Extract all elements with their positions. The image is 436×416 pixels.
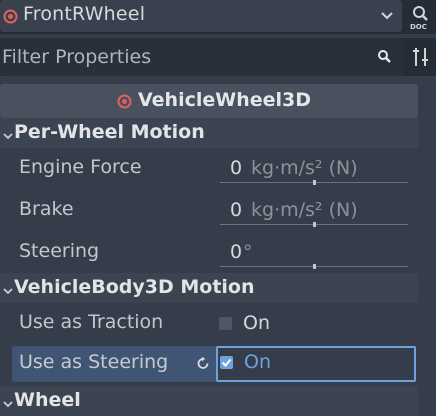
engine-force-value: 0 (230, 157, 243, 179)
use-as-steering-label: Use as Steering (19, 351, 169, 373)
use-as-traction-checkbox[interactable]: On (219, 310, 409, 340)
section-title: Per-Wheel Motion (14, 121, 205, 143)
steering-label: Steering (19, 240, 100, 262)
engine-force-unit: kg·m/s² (N) (251, 157, 358, 179)
chevron-down-icon (2, 127, 14, 146)
filter-placeholder: Filter Properties (2, 46, 152, 68)
brake-label: Brake (19, 198, 74, 220)
doc-search-button[interactable]: DOC (406, 3, 434, 31)
property-tools-icon (410, 48, 432, 72)
engine-force-field[interactable]: 0 kg·m/s² (N) (220, 155, 408, 189)
chevron-down-icon[interactable] (380, 8, 394, 27)
slider-grabber[interactable] (313, 264, 316, 269)
slider-grabber[interactable] (313, 222, 316, 227)
section-vehiclebody-motion[interactable]: VehicleBody3D Motion (0, 273, 418, 303)
svg-text:DOC: DOC (410, 23, 427, 31)
search-icon (377, 49, 392, 68)
section-title: Wheel (14, 389, 81, 411)
checkbox-text: On (244, 351, 271, 373)
inspector-panel: FrontRWheel DOC Filter Properties Vehicl… (0, 0, 436, 416)
property-tools-button[interactable] (410, 46, 432, 68)
class-title: VehicleWheel3D (138, 89, 312, 111)
steering-field[interactable]: 0 ° (220, 239, 408, 273)
doc-search-icon: DOC (406, 6, 434, 35)
use-as-steering-row[interactable]: Use as Steering (12, 346, 216, 382)
node-name: FrontRWheel (23, 3, 146, 25)
engine-force-label: Engine Force (19, 156, 142, 178)
steering-value: 0 (230, 241, 243, 263)
filter-bar: Filter Properties (0, 38, 436, 76)
filter-properties-input[interactable]: Filter Properties (0, 38, 404, 76)
node-selector[interactable]: FrontRWheel (0, 0, 402, 32)
revert-icon[interactable] (196, 356, 211, 375)
wheel-target-icon (3, 9, 18, 28)
checkbox-checked-icon (220, 356, 233, 369)
section-title: VehicleBody3D Motion (14, 276, 255, 298)
section-wheel[interactable]: Wheel (0, 386, 418, 416)
section-per-wheel-motion[interactable]: Per-Wheel Motion (0, 118, 418, 148)
checkbox-text: On (243, 312, 270, 334)
checkbox-unchecked-icon (219, 317, 232, 330)
class-header: VehicleWheel3D (0, 84, 418, 118)
slider-grabber[interactable] (313, 180, 316, 185)
use-as-steering-checkbox[interactable]: On (220, 349, 410, 379)
brake-value: 0 (230, 199, 243, 221)
brake-field[interactable]: 0 kg·m/s² (N) (220, 197, 408, 231)
chevron-down-icon (2, 282, 14, 301)
chevron-down-icon (2, 395, 14, 414)
use-as-traction-label: Use as Traction (19, 311, 164, 333)
node-bar: FrontRWheel DOC (0, 0, 436, 34)
steering-unit: ° (243, 241, 253, 263)
wheel-target-icon (117, 94, 132, 113)
brake-unit: kg·m/s² (N) (251, 199, 358, 221)
